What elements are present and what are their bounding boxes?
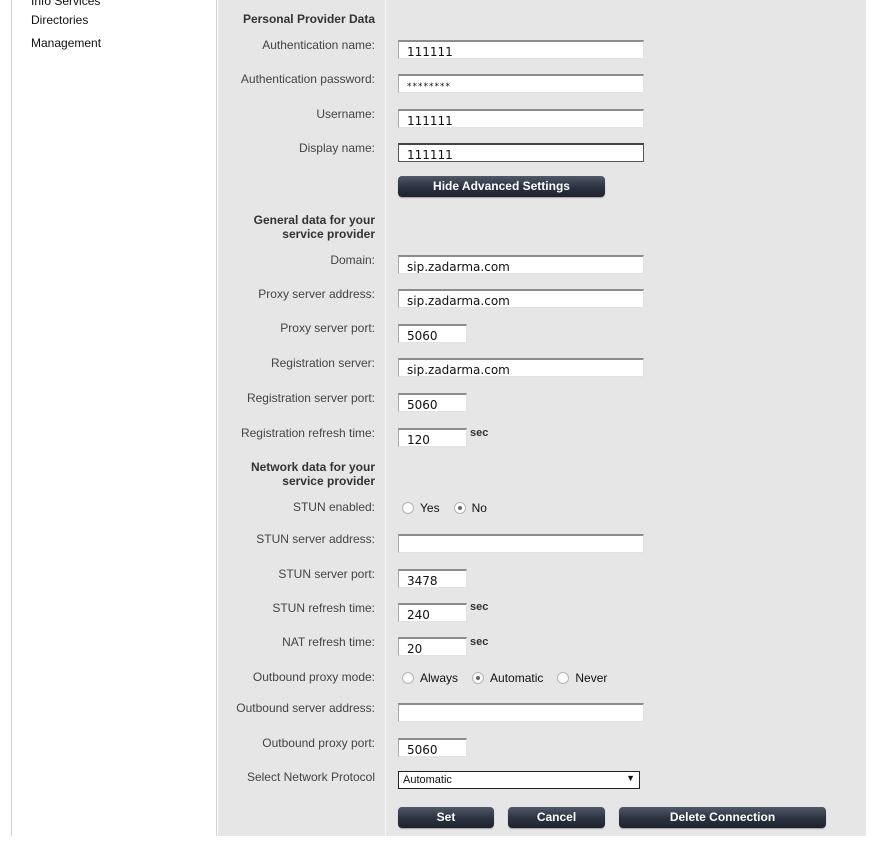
proxy-port-input[interactable]: 5060 <box>398 324 467 343</box>
username-input[interactable]: 111111 <box>398 109 644 128</box>
nav-item-management[interactable]: Management <box>31 36 101 50</box>
stun-refresh-label: STUN refresh time: <box>272 601 375 615</box>
stun-yes-radio[interactable]: Yes <box>402 501 440 515</box>
stun-port-label: STUN server port: <box>278 567 375 581</box>
nat-refresh-unit: sec <box>470 636 489 648</box>
outbound-port-input[interactable]: 5060 <box>398 738 467 757</box>
registration-port-input[interactable]: 5060 <box>398 393 467 412</box>
outbound-port-label: Outbound proxy port: <box>262 736 375 750</box>
stun-yes-radio-dot[interactable] <box>402 502 414 514</box>
display-name-label: Display name: <box>298 141 375 155</box>
outbound-mode-radio-group: Always Automatic Never <box>402 670 621 686</box>
outbound-automatic-radio-dot[interactable] <box>472 672 485 684</box>
outbound-never-label: Never <box>575 671 608 685</box>
stun-yes-label: Yes <box>420 501 440 515</box>
outbound-automatic-label: Automatic <box>490 671 544 685</box>
username-label: Username: <box>316 107 375 121</box>
stun-no-radio[interactable]: No <box>453 501 487 515</box>
nav-item-info-services[interactable]: Info Services <box>31 0 100 8</box>
stun-address-label: STUN server address: <box>256 532 375 546</box>
outbound-always-radio-dot[interactable] <box>402 672 414 684</box>
general-section-title-line1: General data for your <box>253 213 375 227</box>
outbound-always-radio[interactable]: Always <box>402 671 458 685</box>
stun-no-radio-dot[interactable] <box>453 502 466 514</box>
outbound-address-input[interactable] <box>398 703 644 722</box>
nat-refresh-input[interactable]: 20 <box>398 637 467 656</box>
domain-label: Domain: <box>330 253 375 267</box>
stun-enabled-label: STUN enabled: <box>292 500 375 514</box>
cancel-button[interactable]: Cancel <box>508 807 605 828</box>
dropdown-arrow-icon: ▼ <box>626 773 635 783</box>
network-protocol-value: Automatic <box>403 774 452 786</box>
registration-server-input[interactable]: sip.zadarma.com <box>398 358 644 377</box>
stun-refresh-input[interactable]: 240 <box>398 603 467 622</box>
proxy-address-input[interactable]: sip.zadarma.com <box>398 289 644 308</box>
network-section-title-line2: service provider <box>282 474 375 488</box>
auth-password-input[interactable]: ******** <box>398 74 644 93</box>
auth-name-input[interactable]: 111111 <box>398 40 644 59</box>
stun-no-label: No <box>471 501 487 515</box>
personal-section-title: Personal Provider Data <box>242 12 375 26</box>
stun-enabled-radio-group: Yes No <box>402 500 501 516</box>
outbound-always-label: Always <box>420 671 459 685</box>
hide-advanced-settings-button[interactable]: Hide Advanced Settings <box>398 176 605 197</box>
set-button[interactable]: Set <box>398 807 494 828</box>
proxy-port-label: Proxy server port: <box>280 321 375 335</box>
left-navigation: Info Services Directories Management <box>11 0 217 836</box>
network-protocol-label: Select Network Protocol <box>246 770 375 784</box>
general-section-title-line2: service provider <box>282 227 375 241</box>
general-section-title: General data for your service provider <box>254 213 375 241</box>
registration-refresh-unit: sec <box>470 427 489 439</box>
network-section-title-line1: Network data for your <box>250 460 375 474</box>
outbound-automatic-radio[interactable]: Automatic <box>472 671 543 685</box>
outbound-never-radio[interactable]: Never <box>557 671 607 685</box>
outbound-never-radio-dot[interactable] <box>557 672 570 684</box>
outbound-mode-label: Outbound proxy mode: <box>252 670 375 684</box>
stun-refresh-unit: sec <box>470 601 489 613</box>
stun-port-input[interactable]: 3478 <box>398 569 467 588</box>
stun-address-input[interactable] <box>398 534 644 553</box>
domain-input[interactable]: sip.zadarma.com <box>398 255 644 274</box>
column-divider <box>385 0 386 836</box>
nat-refresh-label: NAT refresh time: <box>282 635 375 649</box>
auth-name-label: Authentication name: <box>262 38 375 52</box>
registration-refresh-input[interactable]: 120 <box>398 428 467 447</box>
registration-server-label: Registration server: <box>270 356 375 370</box>
network-section-title: Network data for your service provider <box>251 460 375 488</box>
proxy-address-label: Proxy server address: <box>258 287 375 301</box>
registration-port-label: Registration server port: <box>246 391 375 405</box>
delete-connection-button[interactable]: Delete Connection <box>619 807 826 828</box>
outbound-address-label: Outbound server address: <box>236 701 375 715</box>
auth-password-label: Authentication password: <box>240 72 375 86</box>
display-name-input[interactable]: 111111 <box>398 143 644 162</box>
registration-refresh-label: Registration refresh time: <box>240 426 375 440</box>
nav-item-directories[interactable]: Directories <box>31 13 88 27</box>
network-protocol-select[interactable]: Automatic ▼ <box>398 771 640 789</box>
